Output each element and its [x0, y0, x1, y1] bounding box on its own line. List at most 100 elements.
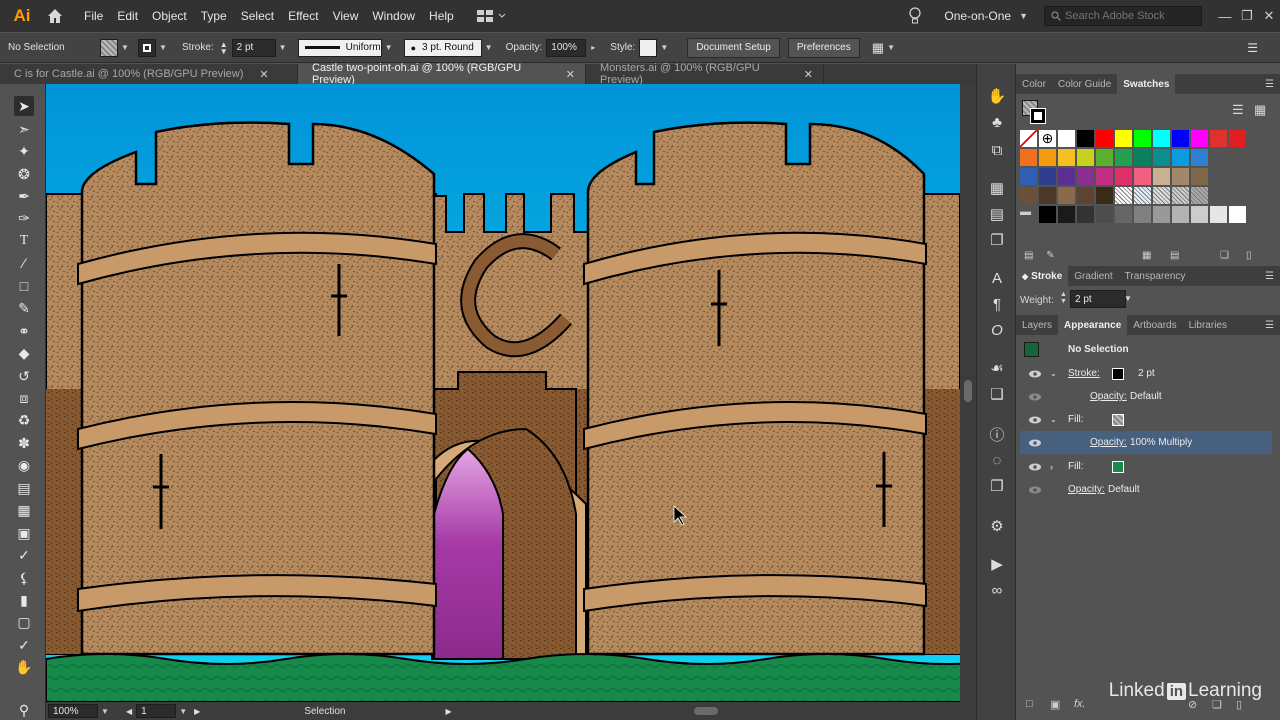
warp-tool-icon[interactable]: ♻: [14, 410, 34, 430]
swatch[interactable]: [1134, 130, 1151, 147]
chevron-down-icon[interactable]: ▼: [484, 43, 494, 52]
chevron-down-icon[interactable]: ▼: [278, 43, 288, 52]
scale-tool-icon[interactable]: ⧈: [14, 388, 34, 408]
menu-type[interactable]: Type: [201, 9, 227, 23]
swatch[interactable]: [1020, 149, 1037, 166]
panel-menu-icon[interactable]: ☰: [1265, 320, 1274, 331]
variable-width-profile[interactable]: Uniform: [297, 38, 382, 57]
tab-gradient[interactable]: Gradient: [1068, 266, 1118, 286]
tab-transparency[interactable]: Transparency: [1119, 266, 1192, 286]
shape-builder-tool-icon[interactable]: ◉: [14, 455, 34, 475]
type-tool-icon[interactable]: T: [14, 231, 34, 251]
pattern-swatch[interactable]: [1115, 187, 1132, 204]
menu-view[interactable]: View: [333, 9, 359, 23]
swatch[interactable]: [1229, 206, 1246, 223]
fill-stroke-indicator[interactable]: [1022, 100, 1046, 124]
collapse-icon[interactable]: ◆: [1022, 272, 1028, 281]
swatch[interactable]: ▬: [1020, 206, 1037, 223]
tab-color[interactable]: Color: [1016, 74, 1052, 94]
character-icon[interactable]: A: [987, 268, 1007, 288]
swatch[interactable]: [1153, 149, 1170, 166]
chevron-down-icon[interactable]: ▼: [120, 43, 130, 52]
graphic-style-swatch[interactable]: [639, 38, 658, 57]
blob-brush-tool-icon[interactable]: ⚭: [14, 321, 34, 341]
perspective-grid-tool-icon[interactable]: ▤: [14, 478, 34, 498]
delete-swatch-icon[interactable]: ▯: [1246, 250, 1252, 261]
canvas[interactable]: [46, 84, 960, 702]
next-artboard-icon[interactable]: ▶: [194, 707, 200, 716]
stock-search[interactable]: [1044, 6, 1202, 26]
lightbulb-icon[interactable]: [908, 7, 922, 25]
prev-artboard-icon[interactable]: ◀: [126, 707, 132, 716]
chevron-down-icon[interactable]: ▼: [158, 43, 168, 52]
menu-lines-icon[interactable]: ☰: [1247, 41, 1258, 55]
scrollbar-thumb[interactable]: [694, 707, 718, 715]
tab-c-is-for-castle[interactable]: C is for Castle.ai @ 100% (RGB/GPU Previ…: [0, 64, 298, 84]
chevron-down-icon[interactable]: ▼: [100, 707, 110, 716]
close-icon[interactable]: ✕: [566, 68, 575, 81]
selection-tool-icon[interactable]: ➤: [14, 96, 34, 116]
tab-color-guide[interactable]: Color Guide: [1052, 74, 1117, 94]
swatch[interactable]: [1039, 187, 1056, 204]
glyphs-icon[interactable]: ☙: [987, 358, 1007, 378]
tab-layers[interactable]: Layers: [1016, 315, 1058, 335]
paragraph-icon[interactable]: ¶: [987, 294, 1007, 314]
zoom-field[interactable]: 100%: [48, 704, 98, 718]
eye-icon[interactable]: [1028, 438, 1042, 448]
swatch[interactable]: [1153, 130, 1170, 147]
tab-swatches[interactable]: Swatches: [1117, 74, 1176, 94]
swatch[interactable]: [1096, 130, 1113, 147]
swatch[interactable]: [1191, 168, 1208, 185]
tab-libraries[interactable]: Libraries: [1183, 315, 1233, 335]
align-icon[interactable]: ▤: [987, 204, 1007, 224]
swatch[interactable]: [1134, 149, 1151, 166]
hand-tool-icon[interactable]: ✋: [14, 657, 34, 677]
list-view-icon[interactable]: ☰: [1232, 102, 1244, 118]
swatch[interactable]: [1058, 206, 1075, 223]
swatch[interactable]: [1039, 149, 1056, 166]
swatch[interactable]: [1020, 168, 1037, 185]
eraser-tool-icon[interactable]: ◆: [14, 343, 34, 363]
fill-color-chip[interactable]: [1112, 460, 1124, 473]
swatch[interactable]: [1115, 130, 1132, 147]
chevron-down-icon[interactable]: ▼: [659, 43, 669, 52]
opacity-field[interactable]: 100%: [546, 38, 587, 57]
pathfinder-icon[interactable]: ❐: [987, 230, 1007, 250]
fx-icon[interactable]: fx.: [1074, 698, 1086, 710]
menu-window[interactable]: Window: [372, 9, 415, 23]
opentype-icon[interactable]: O: [987, 320, 1007, 340]
swatch[interactable]: [1058, 187, 1075, 204]
pen-tool-icon[interactable]: ✒: [14, 186, 34, 206]
tab-stroke[interactable]: ◆ Stroke: [1016, 266, 1069, 286]
swatch-library-icon[interactable]: ▤: [1024, 250, 1033, 261]
column-graph-tool-icon[interactable]: ▮: [14, 590, 34, 610]
swatch[interactable]: ⊕: [1039, 130, 1056, 147]
appearance-row-stroke[interactable]: ⌄ Stroke: 2 pt: [1020, 362, 1272, 385]
swatch[interactable]: [1115, 149, 1132, 166]
swatch[interactable]: [1039, 206, 1056, 223]
stroke-swatch[interactable]: [138, 38, 156, 57]
swatch[interactable]: [1229, 130, 1246, 147]
new-color-group-icon[interactable]: ▤: [1170, 250, 1179, 261]
zoom-tool-icon[interactable]: ⚲: [14, 700, 34, 720]
arrange-documents-icon[interactable]: [476, 9, 506, 23]
magic-wand-tool-icon[interactable]: ✦: [14, 141, 34, 161]
swatch[interactable]: [1020, 130, 1037, 147]
new-swatch-icon[interactable]: ❏: [1220, 250, 1229, 261]
chevron-down-icon[interactable]: ▼: [384, 43, 394, 52]
eye-icon[interactable]: [1028, 392, 1042, 402]
swatch[interactable]: [1077, 130, 1094, 147]
swatch[interactable]: [1115, 168, 1132, 185]
appearance-row-fill-opacity[interactable]: Opacity: 100% Multiply: [1020, 431, 1272, 454]
menu-select[interactable]: Select: [241, 9, 274, 23]
search-input[interactable]: [1065, 10, 1195, 22]
add-stroke-icon[interactable]: □: [1026, 698, 1033, 710]
scrollbar-thumb[interactable]: [964, 380, 972, 402]
appearance-row-opacity[interactable]: Opacity: Default: [1020, 478, 1272, 501]
rectangle-tool-icon[interactable]: □: [14, 276, 34, 296]
swatch[interactable]: [1096, 187, 1113, 204]
appearance-row-stroke-opacity[interactable]: Opacity: Default: [1020, 385, 1272, 408]
close-window-button[interactable]: ✕: [1258, 8, 1280, 24]
artboard-tool-icon[interactable]: ▢: [14, 612, 34, 632]
swatch[interactable]: [1020, 187, 1037, 204]
